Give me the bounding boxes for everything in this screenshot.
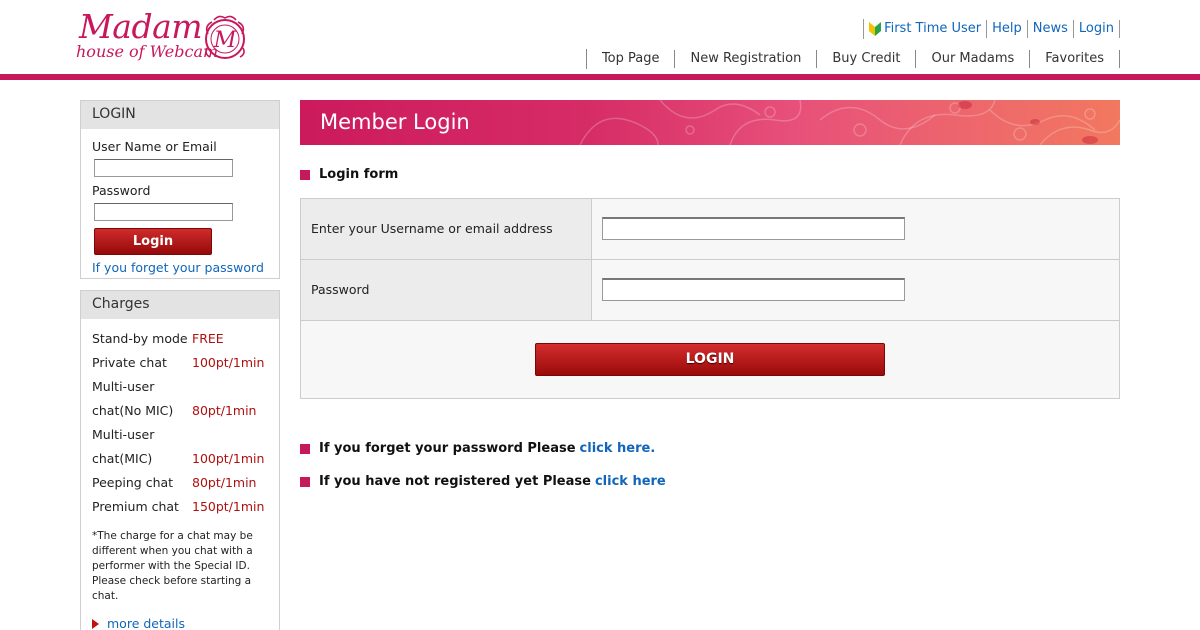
- beginner-leaf-icon: [869, 22, 882, 36]
- sidebar-username-input[interactable]: [94, 159, 233, 177]
- nav-our-madams[interactable]: Our Madams: [916, 50, 1031, 68]
- password-label: Password: [301, 260, 592, 320]
- charge-name: Stand-by mode: [92, 331, 188, 346]
- charge-name: chat(MIC): [92, 451, 153, 466]
- sidebar-login-box: LOGIN User Name or Email Password Login …: [80, 100, 280, 279]
- sidebar-login-title: LOGIN: [81, 101, 279, 129]
- nav-top-page[interactable]: Top Page: [587, 50, 676, 68]
- charge-name: Multi-user: [92, 379, 155, 394]
- forgot-password-line: If you forget your password Please click…: [300, 441, 655, 456]
- header-divider: [0, 74, 1200, 80]
- charge-row: Private chat 100pt/1min: [92, 351, 277, 375]
- logo-sub-text: house of Webcam: [76, 42, 219, 61]
- charges-title: Charges: [81, 291, 279, 319]
- nav-new-registration[interactable]: New Registration: [675, 50, 818, 68]
- charges-note: *The charge for a chat may be different …: [92, 530, 253, 602]
- square-bullet-icon: [300, 169, 310, 180]
- site-logo[interactable]: Madam house of Webcam M: [76, 8, 252, 68]
- charge-row: chat(No MIC) 80pt/1min: [92, 399, 277, 423]
- form-row-password: Password: [301, 260, 1119, 321]
- nav-favorites[interactable]: Favorites: [1030, 50, 1120, 68]
- square-bullet-icon: [300, 476, 310, 487]
- help-link[interactable]: Help: [987, 20, 1028, 38]
- charges-box: Charges Stand-by mode FREE Private chat …: [80, 290, 280, 630]
- page-title: Member Login: [320, 110, 470, 134]
- more-details-label: more details: [107, 616, 185, 630]
- square-bullet-icon: [300, 443, 310, 454]
- login-button[interactable]: LOGIN: [535, 343, 885, 376]
- sidebar-login-button[interactable]: Login: [94, 228, 212, 255]
- charge-value: 80pt/1min: [192, 475, 257, 490]
- charge-row: Multi-user: [92, 423, 277, 447]
- charge-name: chat(No MIC): [92, 403, 174, 418]
- page-banner: Member Login: [300, 100, 1120, 145]
- charge-value: FREE: [192, 331, 224, 346]
- login-form-heading: Login form: [300, 167, 398, 182]
- nav-buy-credit[interactable]: Buy Credit: [817, 50, 917, 68]
- password-input[interactable]: [602, 278, 905, 301]
- charge-name: Multi-user: [92, 427, 155, 442]
- sidebar-forgot-password-link[interactable]: If you forget your password: [92, 260, 264, 275]
- charge-row: Peeping chat 80pt/1min: [92, 471, 277, 495]
- site-header: Madam house of Webcam M First Time User …: [0, 0, 1200, 75]
- sidebar-password-label: Password: [92, 183, 151, 198]
- charge-value: 100pt/1min: [192, 355, 265, 370]
- charge-row: Multi-user: [92, 375, 277, 399]
- utility-links: First Time User Help News Login: [863, 19, 1120, 39]
- login-form-heading-text: Login form: [319, 167, 399, 182]
- username-label: Enter your Username or email address: [301, 199, 592, 259]
- news-link[interactable]: News: [1028, 20, 1074, 38]
- register-text: If you have not registered yet Please: [319, 474, 591, 489]
- charge-name: Private chat: [92, 355, 167, 370]
- svg-text:M: M: [213, 28, 237, 53]
- username-input[interactable]: [602, 217, 905, 240]
- sidebar-password-input[interactable]: [94, 203, 233, 221]
- forgot-password-link[interactable]: click here.: [580, 441, 656, 456]
- logo-main-text: Madam: [79, 7, 203, 46]
- charge-row: Premium chat 150pt/1min: [92, 495, 277, 519]
- charge-name: Peeping chat: [92, 475, 174, 490]
- more-details-link[interactable]: more details: [92, 616, 185, 630]
- charge-row: Stand-by mode FREE: [92, 327, 277, 351]
- logo-emblem-icon: M: [205, 15, 245, 59]
- charge-name: Premium chat: [92, 499, 179, 514]
- first-time-user-label: First Time User: [884, 21, 982, 36]
- charge-value: 80pt/1min: [192, 403, 257, 418]
- charge-value: 100pt/1min: [192, 451, 265, 466]
- main-nav: Top Page New Registration Buy Credit Our…: [585, 49, 1120, 69]
- register-line: If you have not registered yet Please cl…: [300, 474, 666, 489]
- login-link[interactable]: Login: [1074, 20, 1120, 38]
- charge-value: 150pt/1min: [192, 499, 265, 514]
- triangle-right-icon: [92, 618, 99, 629]
- charge-row: chat(MIC) 100pt/1min: [92, 447, 277, 471]
- form-row-username: Enter your Username or email address: [301, 199, 1119, 260]
- sidebar-username-label: User Name or Email: [92, 139, 217, 154]
- register-link[interactable]: click here: [595, 474, 666, 489]
- forgot-password-text: If you forget your password Please: [319, 441, 576, 456]
- first-time-user-link[interactable]: First Time User: [864, 20, 988, 38]
- login-form: Enter your Username or email address Pas…: [300, 198, 1120, 399]
